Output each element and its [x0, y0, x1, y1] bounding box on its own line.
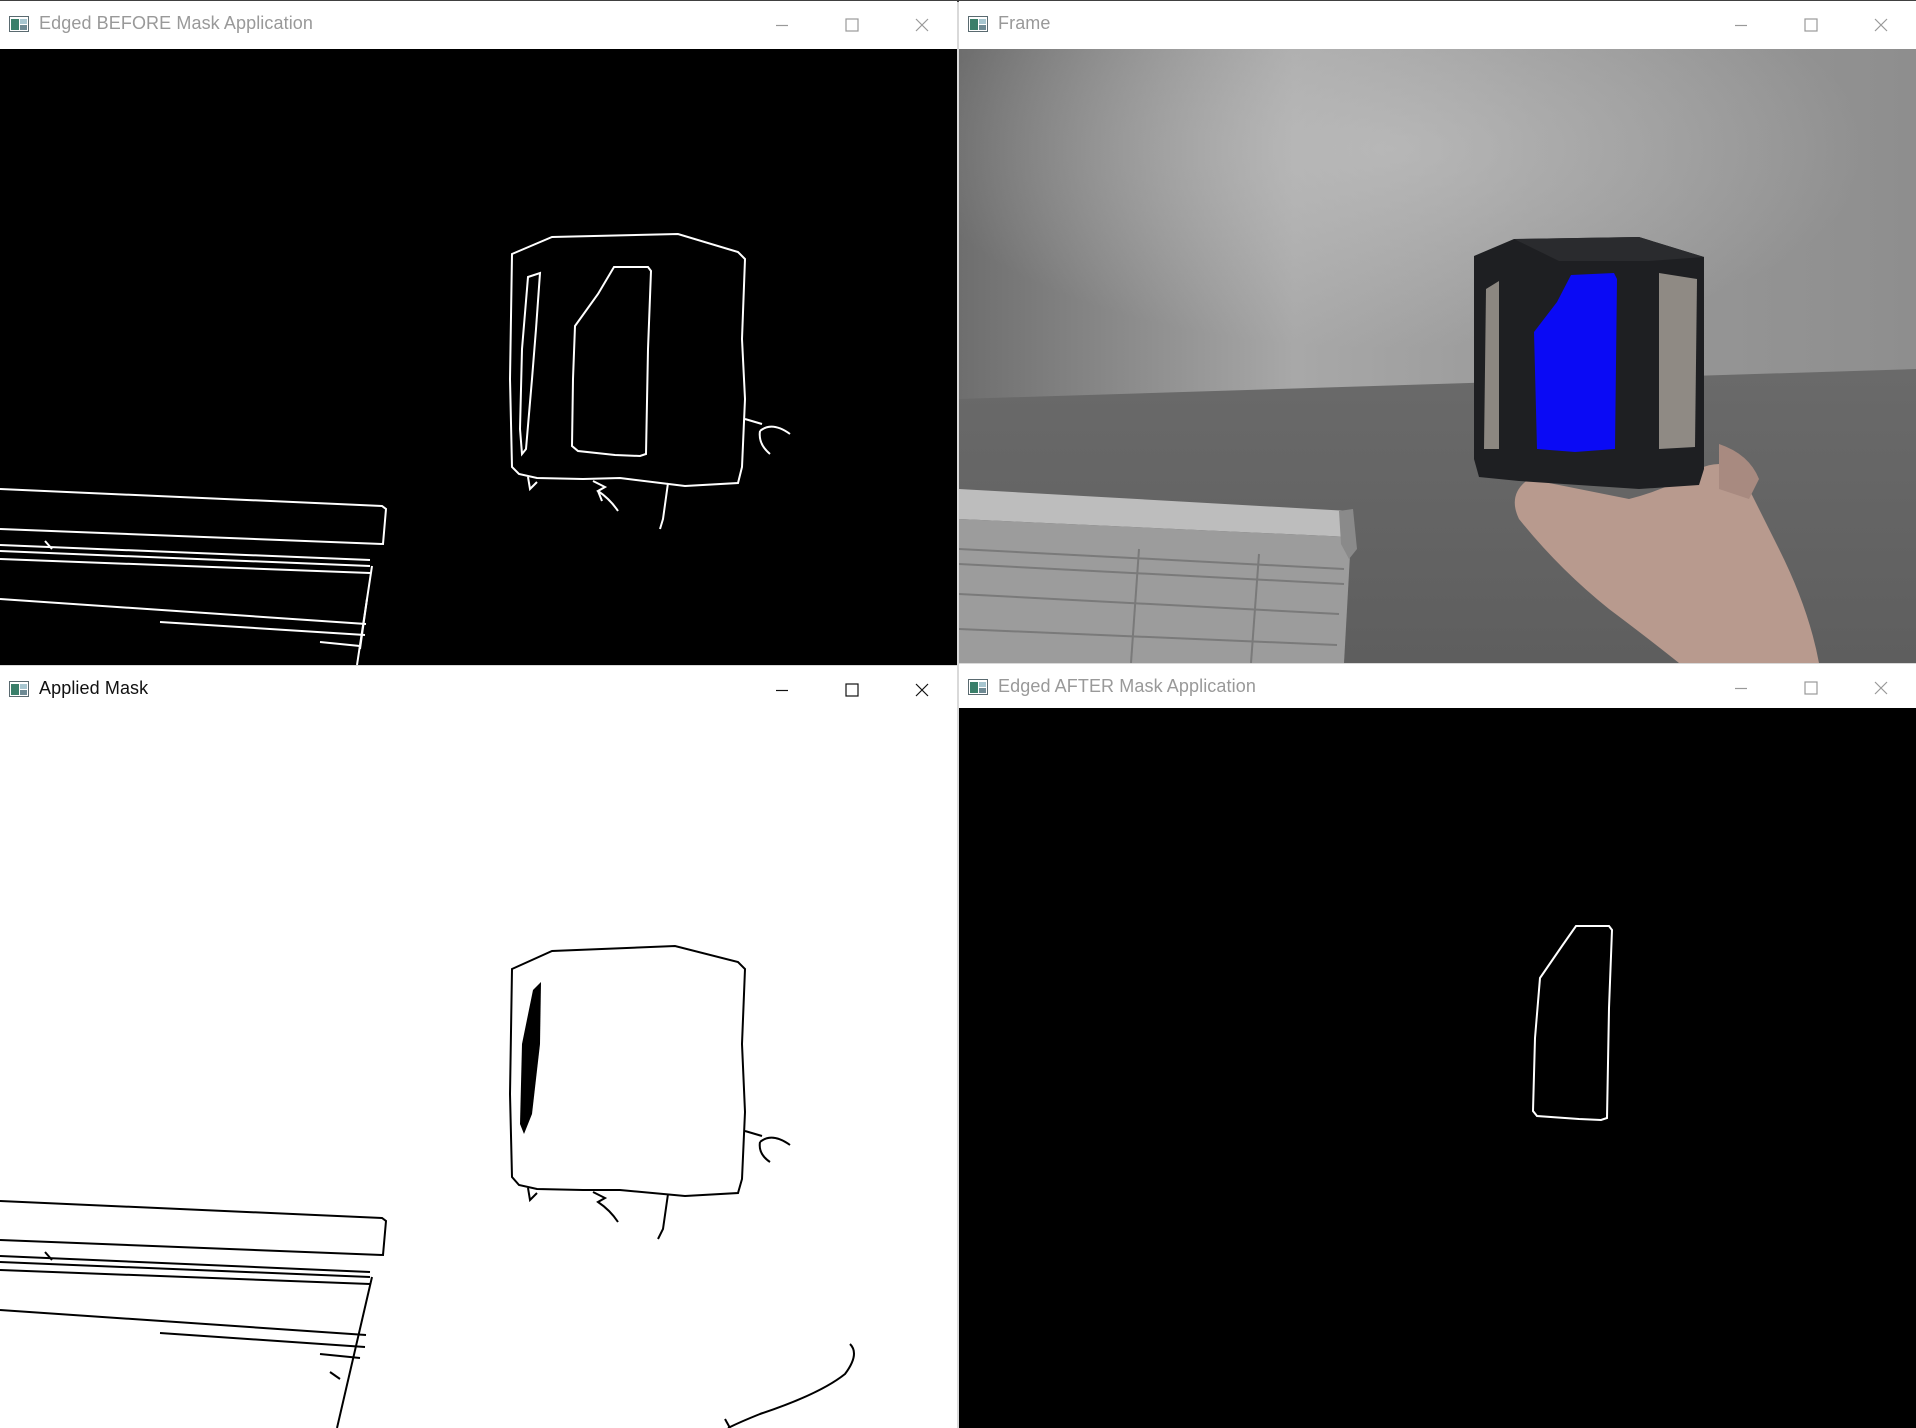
close-button[interactable] [887, 1, 957, 49]
window-applied-mask[interactable]: Applied Mask [0, 666, 957, 1428]
edge-lines [0, 232, 791, 665]
maximize-icon [845, 683, 859, 697]
titlebar[interactable]: Applied Mask [0, 666, 957, 715]
minimize-button[interactable] [1706, 1, 1776, 49]
titlebar[interactable]: Frame [959, 1, 1916, 49]
window-edged-before[interactable]: Edged BEFORE Mask Application [0, 1, 957, 665]
mask-lines [0, 944, 855, 1428]
minimize-icon [1735, 24, 1747, 27]
edge-image-after [959, 708, 1916, 1428]
window-frame[interactable]: Frame [959, 1, 1916, 663]
minimize-icon [776, 24, 788, 27]
close-button[interactable] [887, 666, 957, 714]
edge-lines-after [1531, 925, 1614, 1122]
close-button[interactable] [1846, 664, 1916, 712]
close-icon [1874, 18, 1888, 32]
maximize-icon [1804, 18, 1818, 32]
window-edged-after[interactable]: Edged AFTER Mask Application [959, 664, 1916, 1428]
opencv-window-icon [9, 16, 29, 32]
minimize-button[interactable] [747, 666, 817, 714]
window-title: Frame [998, 13, 1051, 33]
maximize-button[interactable] [1776, 1, 1846, 49]
minimize-icon [1735, 687, 1747, 690]
opencv-window-icon [968, 679, 988, 695]
camera-frame-image [959, 49, 1916, 663]
close-button[interactable] [1846, 1, 1916, 49]
maximize-button[interactable] [1776, 664, 1846, 712]
mask-image [0, 714, 957, 1428]
minimize-icon [776, 689, 788, 692]
close-icon [915, 683, 929, 697]
edge-image-before [0, 49, 957, 665]
close-icon [915, 18, 929, 32]
maximize-button[interactable] [817, 666, 887, 714]
minimize-button[interactable] [747, 1, 817, 49]
maximize-icon [845, 18, 859, 32]
maximize-button[interactable] [817, 1, 887, 49]
opencv-window-icon [9, 681, 29, 697]
titlebar[interactable]: Edged BEFORE Mask Application [0, 1, 957, 49]
window-title: Applied Mask [39, 678, 149, 698]
close-icon [1874, 681, 1888, 695]
camera-scene [959, 49, 1916, 663]
titlebar[interactable]: Edged AFTER Mask Application [959, 664, 1916, 712]
window-title: Edged BEFORE Mask Application [39, 13, 314, 33]
minimize-button[interactable] [1706, 664, 1776, 712]
opencv-window-icon [968, 16, 988, 32]
maximize-icon [1804, 681, 1818, 695]
window-title: Edged AFTER Mask Application [998, 676, 1256, 696]
